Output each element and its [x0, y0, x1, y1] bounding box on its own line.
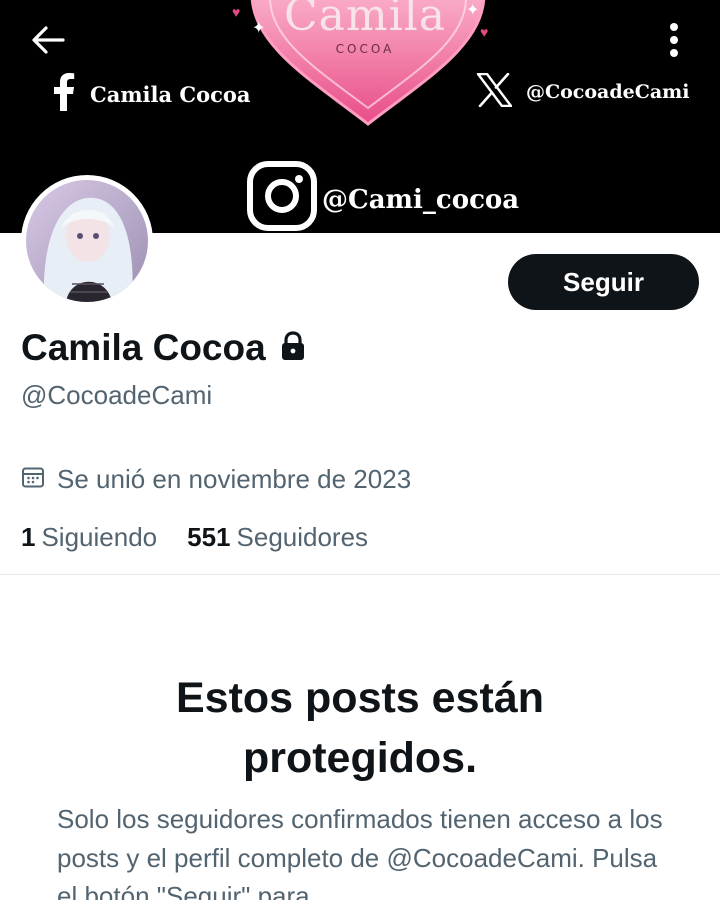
facebook-tag: Camila Cocoa: [52, 72, 251, 116]
user-handle: @CocoadeCami: [21, 380, 213, 410]
follow-button[interactable]: Seguir: [508, 254, 699, 310]
sparkle-icon: ✦: [252, 20, 266, 37]
arrow-left-icon: [31, 25, 65, 60]
banner-brand-subtitle: COCOA: [335, 42, 395, 56]
protected-description: Solo los seguidores confirmados tienen a…: [57, 804, 663, 900]
x-tag: @CocoadeCami: [476, 72, 689, 112]
following-link[interactable]: 1 Siguiendo: [21, 522, 157, 553]
followers-count: 551: [187, 521, 231, 552]
small-heart-icon: ♥: [232, 4, 241, 20]
banner-brand-title: Camila: [284, 0, 446, 41]
join-date: Se unió en noviembre de 2023: [21, 462, 411, 496]
back-button[interactable]: [26, 22, 70, 62]
more-vertical-icon: [669, 22, 679, 63]
followers-link[interactable]: 551 Seguidores: [187, 522, 368, 553]
instagram-tag: @Cami_cocoa: [246, 160, 520, 234]
display-name-text: Camila Cocoa: [21, 327, 266, 368]
join-date-text: Se unió en noviembre de 2023: [57, 463, 412, 494]
x-label: @CocoadeCami: [526, 81, 690, 103]
calendar-icon: [21, 465, 45, 494]
small-heart-icon: ♥: [480, 24, 489, 40]
following-label: Siguiendo: [41, 521, 158, 552]
facebook-label: Camila Cocoa: [90, 81, 251, 107]
more-options-button[interactable]: [656, 20, 692, 64]
display-name: Camila Cocoa: [21, 326, 306, 370]
facebook-icon: [52, 72, 76, 116]
follow-stats: 1 Siguiendo 551 Seguidores: [21, 520, 368, 554]
following-count: 1: [21, 521, 36, 552]
x-logo-icon: [476, 72, 513, 112]
instagram-icon: [246, 160, 318, 234]
avatar-image: [26, 180, 148, 302]
protected-title: Estos posts están protegidos.: [176, 674, 544, 782]
divider: [0, 574, 720, 575]
instagram-label: @Cami_cocoa: [322, 185, 520, 215]
sparkle-icon: ✦: [466, 2, 480, 19]
avatar[interactable]: [21, 175, 153, 307]
lock-icon: [280, 330, 306, 366]
followers-label: Seguidores: [236, 521, 369, 552]
